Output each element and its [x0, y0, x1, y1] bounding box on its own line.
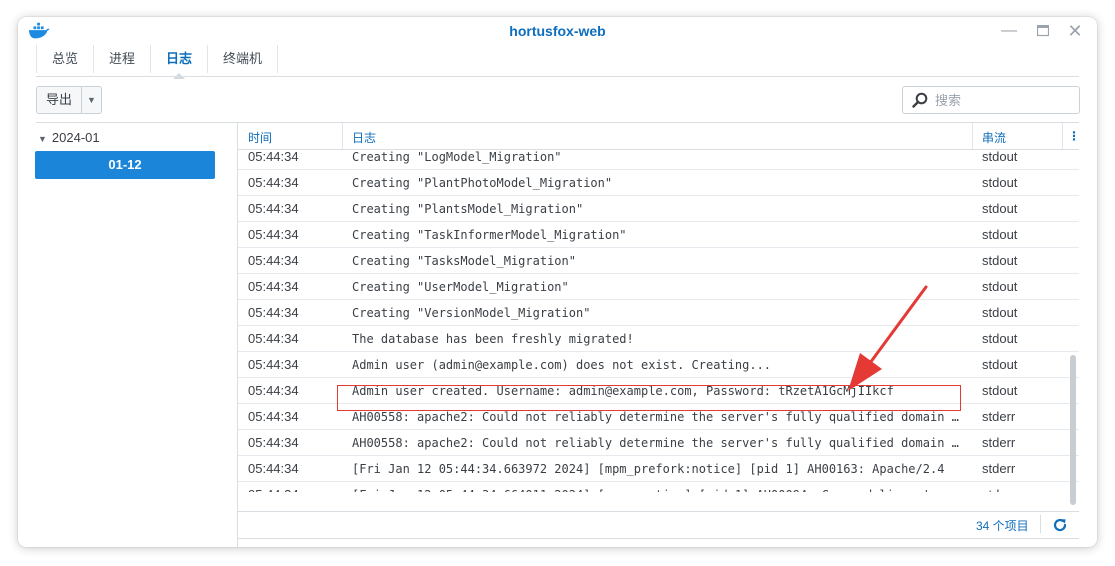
footer-separator	[1040, 515, 1041, 533]
table-row[interactable]: 05:44:34 Creating "TaskInformerModel_Migr…	[238, 222, 1079, 248]
tree-node-year[interactable]: ▼ 2024-01	[38, 130, 100, 145]
row-time: 05:44:34	[248, 305, 299, 320]
row-time: 05:44:34	[248, 253, 299, 268]
row-time: 05:44:34	[248, 201, 299, 216]
row-stream: stdout	[982, 357, 1018, 372]
row-stream: stdout	[982, 331, 1018, 346]
table-header: 时间 日志 串流 ⋮	[238, 123, 1079, 150]
table-row[interactable]: 05:44:34 Creating "VersionModel_Migration…	[238, 300, 1079, 326]
table-body[interactable]: 05:44:34Creating "LocationsModel_Migrati…	[238, 123, 1079, 492]
minimize-icon[interactable]: —	[998, 20, 1020, 42]
table-row[interactable]: 05:44:34 Creating "UserModel_Migration" st…	[238, 274, 1079, 300]
bottom-divider	[238, 538, 1079, 539]
table-row[interactable]: 05:44:34 AH00558: apache2: Could not reli…	[238, 430, 1079, 456]
row-stream: stdout	[982, 201, 1018, 216]
table-row[interactable]: 05:44:34 The database has been freshly mi…	[238, 326, 1079, 352]
row-time: 05:44:34	[248, 461, 299, 476]
search-box[interactable]	[902, 86, 1080, 114]
window-title: hortusfox-web	[509, 23, 606, 39]
row-time: 05:44:34	[248, 279, 299, 294]
column-menu-icon[interactable]: ⋮	[1068, 129, 1079, 143]
table-row[interactable]: 05:44:34 Creating "TasksModel_Migration" s…	[238, 248, 1079, 274]
row-time: 05:44:34	[248, 357, 299, 372]
row-stream: stdout	[982, 253, 1018, 268]
table-row[interactable]: 05:44:34 Creating "PlantPhotoModel_Migrat…	[238, 170, 1079, 196]
row-stream: stderr	[982, 409, 1016, 424]
row-message: [Fri Jan 12 05:44:34.664011 2024] [core:…	[352, 488, 966, 492]
log-table: 时间 日志 串流 ⋮ 05:44:34Creating "LocationsMo…	[238, 123, 1079, 547]
column-divider[interactable]	[342, 123, 343, 149]
export-label[interactable]: 导出	[37, 87, 82, 113]
tab-logs[interactable]: 日志	[151, 45, 209, 79]
row-stream: stderr	[982, 461, 1016, 476]
tree-node-day-selected[interactable]: 01-12	[35, 151, 215, 179]
row-time: 05:44:34	[248, 383, 299, 398]
date-tree: ▼ 2024-01 01-12	[35, 123, 235, 547]
row-message: Creating "PlantsModel_Migration"	[352, 202, 584, 216]
tab-bar: 总览 进程 日志 终端机	[36, 45, 279, 79]
chevron-down-icon[interactable]: ▼	[82, 87, 101, 113]
tab-processes[interactable]: 进程	[94, 45, 152, 73]
row-stream: stdout	[982, 175, 1018, 190]
row-stream: stdout	[982, 149, 1018, 164]
row-time: 05:44:34	[248, 331, 299, 346]
row-message: Creating "TaskInformerModel_Migration"	[352, 228, 627, 242]
scrollbar-thumb[interactable]	[1070, 355, 1076, 505]
row-message: Creating "LogModel_Migration"	[352, 150, 562, 164]
row-message: Creating "TasksModel_Migration"	[352, 254, 576, 268]
row-stream: stdout	[982, 279, 1018, 294]
row-stream: stdout	[982, 305, 1018, 320]
column-header-log[interactable]: 日志	[352, 129, 376, 146]
table-row[interactable]: 05:44:34 Creating "PlantsModel_Migration"…	[238, 196, 1079, 222]
row-stream: stdout	[982, 227, 1018, 242]
row-time: 05:44:34	[248, 175, 299, 190]
row-stream: stderr	[982, 435, 1016, 450]
table-row[interactable]: 05:44:34 Admin user (admin@example.com) d…	[238, 352, 1079, 378]
row-time: 05:44:34	[248, 409, 299, 424]
row-stream: stdout	[982, 383, 1018, 398]
row-message: AH00558: apache2: Could not reliably det…	[352, 436, 966, 450]
row-message: [Fri Jan 12 05:44:34.663972 2024] [mpm_p…	[352, 462, 945, 476]
tabs-divider	[36, 76, 1079, 77]
row-time: 05:44:34	[248, 435, 299, 450]
row-message: Creating "PlantPhotoModel_Migration"	[352, 176, 613, 190]
row-message: AH00558: apache2: Could not reliably det…	[352, 410, 966, 424]
row-stream: stderr	[982, 487, 1062, 492]
search-icon	[912, 92, 928, 108]
title-bar[interactable]: hortusfox-web — ✕	[18, 17, 1097, 45]
column-divider[interactable]	[972, 123, 973, 149]
row-time: 05:44:34	[248, 227, 299, 242]
tab-terminal[interactable]: 终端机	[208, 45, 279, 73]
annotation-arrow-icon	[848, 285, 928, 391]
refresh-icon[interactable]	[1052, 517, 1068, 533]
export-button[interactable]: 导出 ▼	[36, 86, 102, 114]
item-count: 34 个项目	[976, 519, 1029, 533]
close-icon[interactable]: ✕	[1064, 20, 1086, 42]
column-header-stream[interactable]: 串流	[982, 129, 1006, 146]
column-divider[interactable]	[1062, 123, 1063, 149]
column-header-time[interactable]: 时间	[248, 129, 272, 146]
log-window: hortusfox-web — ✕ 总览 进程 日志 终端机 导出 ▼ ▼ 202…	[18, 17, 1097, 547]
search-input[interactable]	[933, 91, 1067, 109]
maximize-icon[interactable]	[1032, 20, 1054, 42]
footer-divider	[238, 511, 1079, 512]
row-time: 05:44:34	[248, 487, 343, 492]
tree-year-label: 2024-01	[51, 130, 100, 145]
row-time: 05:44:34	[248, 149, 299, 164]
scrollbar[interactable]	[1069, 149, 1077, 512]
table-row[interactable]: 05:44:34 [Fri Jan 12 05:44:34.663972 2024…	[238, 456, 1079, 482]
table-row[interactable]: 05:44:34 [Fri Jan 12 05:44:34.664011 2024…	[238, 482, 1079, 492]
caret-down-icon[interactable]: ▼	[38, 134, 47, 144]
tab-overview[interactable]: 总览	[36, 45, 95, 73]
